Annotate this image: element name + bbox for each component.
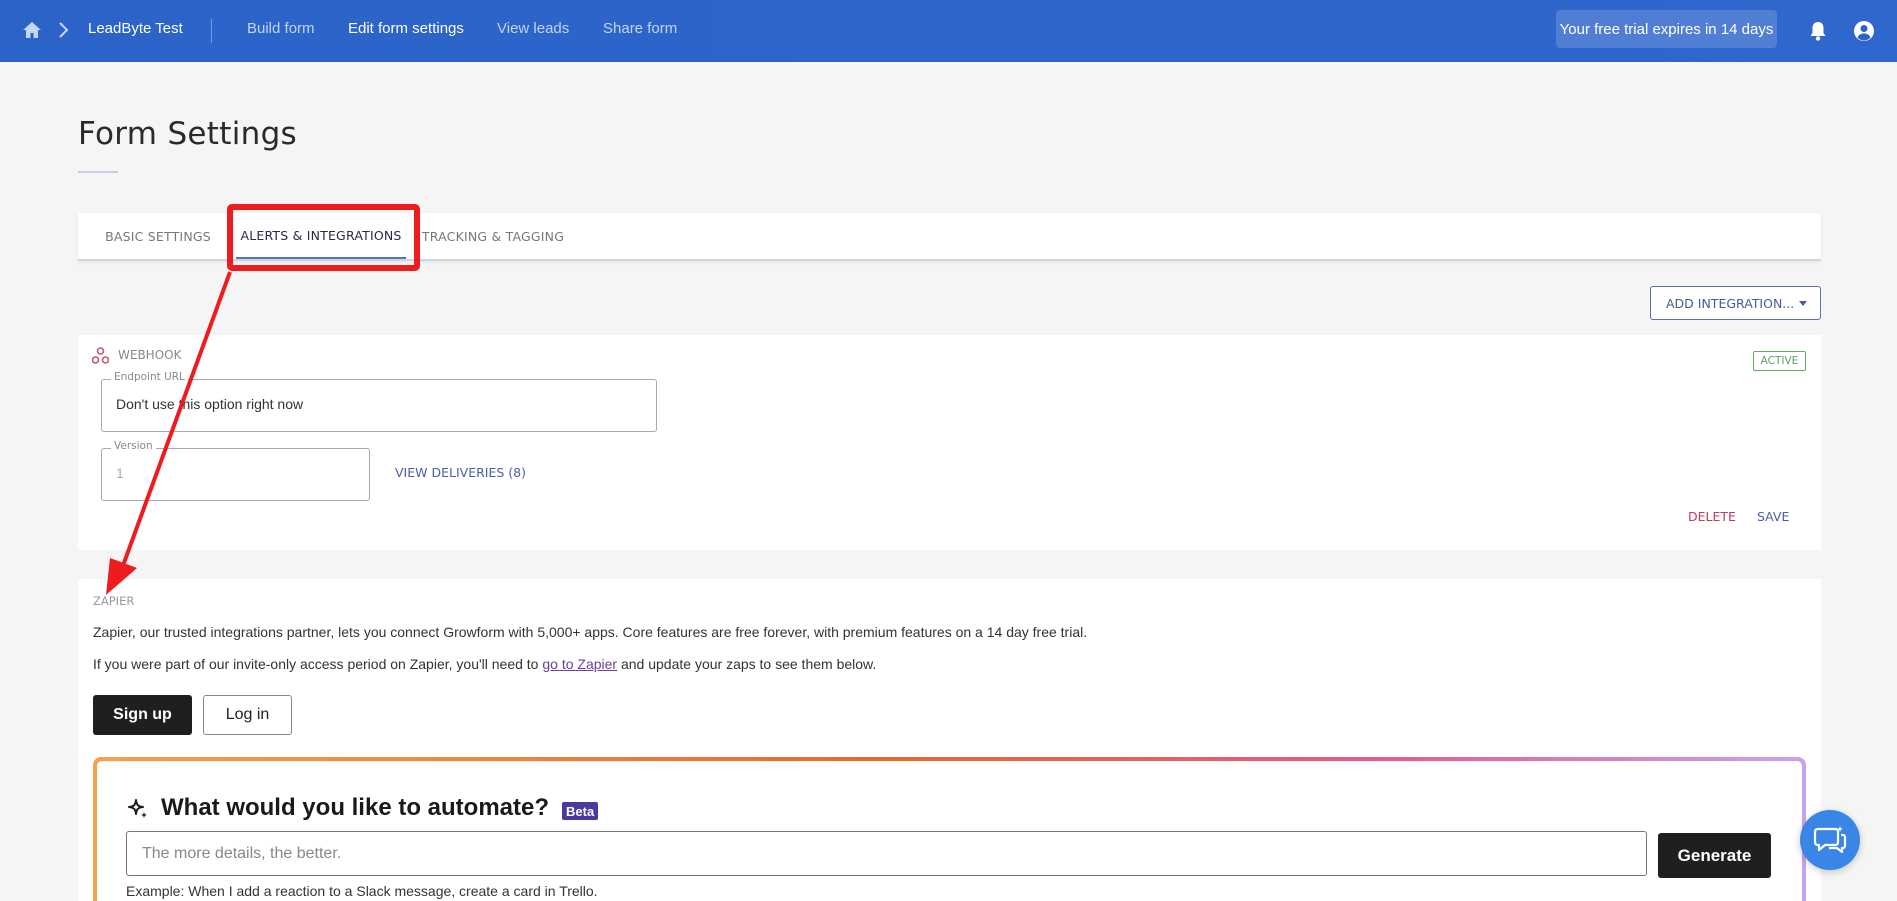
automation-prompt-input[interactable]: The more details, the better. <box>126 831 1647 876</box>
zapier-invite-text: If you were part of our invite-only acce… <box>93 656 876 672</box>
version-value: 1 <box>116 465 124 481</box>
tab-alerts-integrations[interactable]: ALERTS & INTEGRATIONS <box>236 213 406 259</box>
nav-share-form[interactable]: Share form <box>603 20 677 37</box>
webhook-label: WEBHOOK <box>118 348 182 362</box>
sign-up-button[interactable]: Sign up <box>93 695 192 735</box>
endpoint-url-value: Don't use this option right now <box>116 396 304 412</box>
beta-badge: Beta <box>562 802 599 820</box>
add-integration-label: ADD INTEGRATION... <box>1666 295 1795 311</box>
tab-basic-settings[interactable]: BASIC SETTINGS <box>78 213 238 259</box>
webhook-card: WEBHOOK ACTIVE Endpoint URL Don't use th… <box>78 335 1821 550</box>
version-label: Version <box>111 440 156 452</box>
invite-text-post: and update your zaps to see them below. <box>617 656 877 672</box>
view-deliveries-button[interactable]: VIEW DELIVERIES (8) <box>395 465 526 480</box>
invite-text-pre: If you were part of our invite-only acce… <box>93 656 543 672</box>
chevron-right-icon <box>59 22 69 38</box>
ai-automation-panel: What would you like to automate? Beta Th… <box>97 761 1802 901</box>
zapier-card: ZAPIER Zapier, our trusted integrations … <box>78 579 1821 901</box>
chat-support-button[interactable] <box>1800 810 1860 870</box>
automation-prompt-placeholder: The more details, the better. <box>142 845 342 862</box>
trial-banner[interactable]: Your free trial expires in 14 days <box>1556 10 1777 48</box>
version-field[interactable]: Version 1 <box>101 440 370 501</box>
top-navigation-bar: LeadByte Test Build form Edit form setti… <box>0 0 1897 62</box>
ai-automation-box: What would you like to automate? Beta Th… <box>93 757 1806 901</box>
caret-down-icon <box>1799 301 1807 306</box>
bell-icon[interactable] <box>1808 20 1828 42</box>
tab-tracking-tagging[interactable]: TRACKING & TAGGING <box>418 213 568 259</box>
home-icon[interactable] <box>22 20 42 40</box>
user-account-icon[interactable] <box>1853 20 1875 42</box>
nav-edit-form-settings[interactable]: Edit form settings <box>348 20 464 37</box>
nav-build-form[interactable]: Build form <box>247 20 315 37</box>
chat-icon <box>1813 826 1847 854</box>
status-badge: ACTIVE <box>1753 351 1806 371</box>
save-button[interactable]: SAVE <box>1757 509 1789 524</box>
divider <box>211 19 212 43</box>
endpoint-url-label: Endpoint URL <box>111 371 188 383</box>
add-integration-dropdown[interactable]: ADD INTEGRATION... <box>1650 286 1821 320</box>
go-to-zapier-link[interactable]: go to Zapier <box>542 656 617 672</box>
log-in-button[interactable]: Log in <box>203 695 292 735</box>
endpoint-url-field[interactable]: Endpoint URL Don't use this option right… <box>101 371 657 432</box>
webhook-icon <box>92 347 109 364</box>
settings-tabs: BASIC SETTINGS ALERTS & INTEGRATIONS TRA… <box>78 213 1821 261</box>
ai-prompt-title: What would you like to automate? <box>161 794 550 821</box>
page-title: Form Settings <box>78 116 297 152</box>
title-underline <box>78 171 118 173</box>
delete-button[interactable]: DELETE <box>1688 509 1736 524</box>
zapier-intro: Zapier, our trusted integrations partner… <box>93 624 1088 640</box>
automation-example: Example: When I add a reaction to a Slac… <box>126 883 598 899</box>
nav-view-leads[interactable]: View leads <box>497 20 569 37</box>
generate-button[interactable]: Generate <box>1658 833 1771 878</box>
sparkle-icon <box>128 799 147 818</box>
breadcrumb-form-name[interactable]: LeadByte Test <box>88 20 183 37</box>
zapier-label: ZAPIER <box>93 594 135 608</box>
